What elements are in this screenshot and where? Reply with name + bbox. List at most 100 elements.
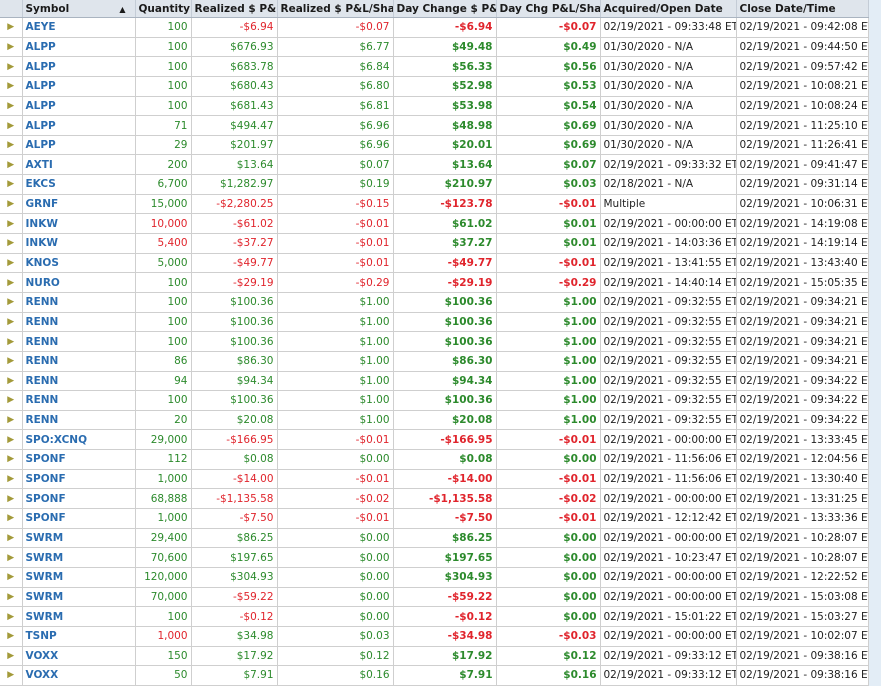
- symbol-cell[interactable]: KNOS: [22, 253, 136, 274]
- expand-row-icon[interactable]: ▶: [0, 449, 23, 470]
- table-row[interactable]: ▶ ALPP 100 $683.78 $6.84 $56.33 $0.56 01/30/202…: [0, 56, 869, 77]
- table-row[interactable]: ▶ AXTI 200 $13.64 $0.07 $13.64 $0.07 02/19/2021…: [0, 154, 869, 176]
- symbol-cell[interactable]: RENN: [22, 331, 136, 352]
- table-row[interactable]: ▶ SPO:XCNQ 29,000 -$166.95 -$0.01 -$166.95 -$0…: [0, 429, 869, 451]
- table-row[interactable]: ▶ NURO 100 -$29.19 -$0.29 -$29.19 -$0.29 02/19/…: [0, 272, 869, 293]
- expand-row-icon[interactable]: ▶: [0, 56, 23, 77]
- symbol-cell[interactable]: AEYE: [22, 17, 136, 38]
- symbol-cell[interactable]: SPONF: [22, 508, 136, 529]
- expand-row-icon[interactable]: ▶: [0, 547, 23, 568]
- table-row[interactable]: ▶ EKCS 6,700 $1,282.97 $0.19 $210.97 $0.03 02/1…: [0, 174, 869, 195]
- expand-row-icon[interactable]: ▶: [0, 253, 23, 274]
- expand-row-icon[interactable]: ▶: [0, 312, 23, 333]
- header-close[interactable]: Close Date/Time: [736, 0, 869, 18]
- symbol-cell[interactable]: VOXX: [22, 665, 136, 686]
- header-day-change[interactable]: Day Change $ P&L: [393, 0, 497, 18]
- table-row[interactable]: ▶ SWRM 70,600 $197.65 $0.00 $197.65 $0.00 02/19…: [0, 547, 869, 568]
- table-row[interactable]: ▶ ALPP 100 $676.93 $6.77 $49.48 $0.49 01/30/202…: [0, 37, 869, 58]
- symbol-cell[interactable]: INKW: [22, 233, 136, 254]
- table-row[interactable]: ▶ SPONF 68,888 -$1,135.58 -$0.02 -$1,135.58 -$…: [0, 488, 869, 510]
- expand-row-icon[interactable]: ▶: [0, 154, 23, 176]
- symbol-cell[interactable]: SPONF: [22, 488, 136, 510]
- expand-row-icon[interactable]: ▶: [0, 233, 23, 254]
- symbol-cell[interactable]: RENN: [22, 410, 136, 431]
- symbol-cell[interactable]: SPONF: [22, 449, 136, 470]
- table-row[interactable]: ▶ KNOS 5,000 -$49.77 -$0.01 -$49.77 -$0.01 02/1…: [0, 253, 869, 274]
- expand-row-icon[interactable]: ▶: [0, 606, 23, 627]
- symbol-cell[interactable]: ALPP: [22, 37, 136, 58]
- header-acquired[interactable]: Acquired/Open Date: [600, 0, 737, 18]
- expand-row-icon[interactable]: ▶: [0, 135, 23, 156]
- symbol-cell[interactable]: TSNP: [22, 626, 136, 647]
- symbol-cell[interactable]: RENN: [22, 312, 136, 333]
- table-row[interactable]: ▶ SPONF 1,000 -$14.00 -$0.01 -$14.00 -$0.01 02/…: [0, 469, 869, 490]
- expand-row-icon[interactable]: ▶: [0, 646, 23, 667]
- expand-row-icon[interactable]: ▶: [0, 390, 23, 411]
- expand-row-icon[interactable]: ▶: [0, 410, 23, 431]
- expand-row-icon[interactable]: ▶: [0, 292, 23, 313]
- symbol-cell[interactable]: RENN: [22, 390, 136, 411]
- table-row[interactable]: ▶ INKW 10,000 -$61.02 -$0.01 $61.02 $0.01 02/19…: [0, 213, 869, 235]
- expand-row-icon[interactable]: ▶: [0, 213, 23, 235]
- expand-row-icon[interactable]: ▶: [0, 587, 23, 608]
- table-row[interactable]: ▶ SWRM 70,000 -$59.22 $0.00 -$59.22 $0.00 02/19…: [0, 587, 869, 608]
- expand-row-icon[interactable]: ▶: [0, 665, 23, 686]
- expand-row-icon[interactable]: ▶: [0, 76, 23, 97]
- table-row[interactable]: ▶ ALPP 71 $494.47 $6.96 $48.98 $0.69 01/30/2020…: [0, 115, 869, 136]
- expand-row-icon[interactable]: ▶: [0, 37, 23, 58]
- table-row[interactable]: ▶ AEYE 100 -$6.94 -$0.07 -$6.94 -$0.07 02/19/20…: [0, 17, 869, 38]
- symbol-cell[interactable]: SWRM: [22, 547, 136, 568]
- expand-row-icon[interactable]: ▶: [0, 429, 23, 451]
- expand-row-icon[interactable]: ▶: [0, 567, 23, 588]
- expand-row-icon[interactable]: ▶: [0, 351, 23, 372]
- table-row[interactable]: ▶ VOXX 50 $7.91 $0.16 $7.91 $0.16 02/19/2021 - …: [0, 665, 869, 686]
- expand-row-icon[interactable]: ▶: [0, 488, 23, 510]
- symbol-cell[interactable]: SPONF: [22, 469, 136, 490]
- symbol-cell[interactable]: SWRM: [22, 567, 136, 588]
- table-row[interactable]: ▶ ALPP 29 $201.97 $6.96 $20.01 $0.69 01/30/2020…: [0, 135, 869, 156]
- expand-row-icon[interactable]: ▶: [0, 331, 23, 352]
- expand-row-icon[interactable]: ▶: [0, 194, 23, 215]
- symbol-cell[interactable]: SWRM: [22, 587, 136, 608]
- table-row[interactable]: ▶ SWRM 120,000 $304.93 $0.00 $304.93 $0.00 02/1…: [0, 567, 869, 588]
- expand-row-icon[interactable]: ▶: [0, 528, 23, 549]
- symbol-cell[interactable]: SPO:XCNQ: [22, 429, 136, 451]
- symbol-cell[interactable]: ALPP: [22, 76, 136, 97]
- table-row[interactable]: ▶ RENN 100 $100.36 $1.00 $100.36 $1.00 02/19/20…: [0, 331, 869, 352]
- table-row[interactable]: ▶ GRNF 15,000 -$2,280.25 -$0.15 -$123.78 -$0.0…: [0, 194, 869, 215]
- header-symbol[interactable]: Symbol ▲: [22, 0, 136, 18]
- symbol-cell[interactable]: ALPP: [22, 56, 136, 77]
- table-row[interactable]: ▶ RENN 94 $94.34 $1.00 $94.34 $1.00 02/19/2021 …: [0, 371, 869, 392]
- symbol-cell[interactable]: RENN: [22, 351, 136, 372]
- symbol-cell[interactable]: GRNF: [22, 194, 136, 215]
- table-row[interactable]: ▶ ALPP 100 $681.43 $6.81 $53.98 $0.54 01/30/202…: [0, 96, 869, 117]
- table-row[interactable]: ▶ VOXX 150 $17.92 $0.12 $17.92 $0.12 02/19/2021…: [0, 646, 869, 667]
- header-day-chg-share[interactable]: Day Chg P&L/Share: [496, 0, 601, 18]
- header-realized-share[interactable]: Realized $ P&L/Share: [277, 0, 394, 18]
- header-realized[interactable]: Realized $ P&L: [191, 0, 278, 18]
- table-row[interactable]: ▶ RENN 100 $100.36 $1.00 $100.36 $1.00 02/19/20…: [0, 312, 869, 333]
- table-row[interactable]: ▶ RENN 20 $20.08 $1.00 $20.08 $1.00 02/19/2021 …: [0, 410, 869, 431]
- table-row[interactable]: ▶ SWRM 100 -$0.12 $0.00 -$0.12 $0.00 02/19/2021…: [0, 606, 869, 627]
- symbol-cell[interactable]: ALPP: [22, 135, 136, 156]
- table-row[interactable]: ▶ TSNP 1,000 $34.98 $0.03 -$34.98 -$0.03 02/19/…: [0, 626, 869, 647]
- expand-row-icon[interactable]: ▶: [0, 508, 23, 529]
- table-row[interactable]: ▶ INKW 5,400 -$37.27 -$0.01 $37.27 $0.01 02/19/…: [0, 233, 869, 254]
- table-row[interactable]: ▶ SWRM 29,400 $86.25 $0.00 $86.25 $0.00 02/19/2…: [0, 528, 869, 549]
- expand-row-icon[interactable]: ▶: [0, 371, 23, 392]
- expand-row-icon[interactable]: ▶: [0, 115, 23, 136]
- symbol-cell[interactable]: EKCS: [22, 174, 136, 195]
- table-row[interactable]: ▶ SPONF 1,000 -$7.50 -$0.01 -$7.50 -$0.01 02/19…: [0, 508, 869, 529]
- symbol-cell[interactable]: SWRM: [22, 528, 136, 549]
- symbol-cell[interactable]: NURO: [22, 272, 136, 293]
- expand-row-icon[interactable]: ▶: [0, 272, 23, 293]
- symbol-cell[interactable]: INKW: [22, 213, 136, 235]
- symbol-cell[interactable]: ALPP: [22, 115, 136, 136]
- symbol-cell[interactable]: VOXX: [22, 646, 136, 667]
- symbol-cell[interactable]: RENN: [22, 371, 136, 392]
- table-row[interactable]: ▶ RENN 100 $100.36 $1.00 $100.36 $1.00 02/19/20…: [0, 390, 869, 411]
- symbol-cell[interactable]: ALPP: [22, 96, 136, 117]
- expand-row-icon[interactable]: ▶: [0, 17, 23, 38]
- expand-row-icon[interactable]: ▶: [0, 174, 23, 195]
- symbol-cell[interactable]: RENN: [22, 292, 136, 313]
